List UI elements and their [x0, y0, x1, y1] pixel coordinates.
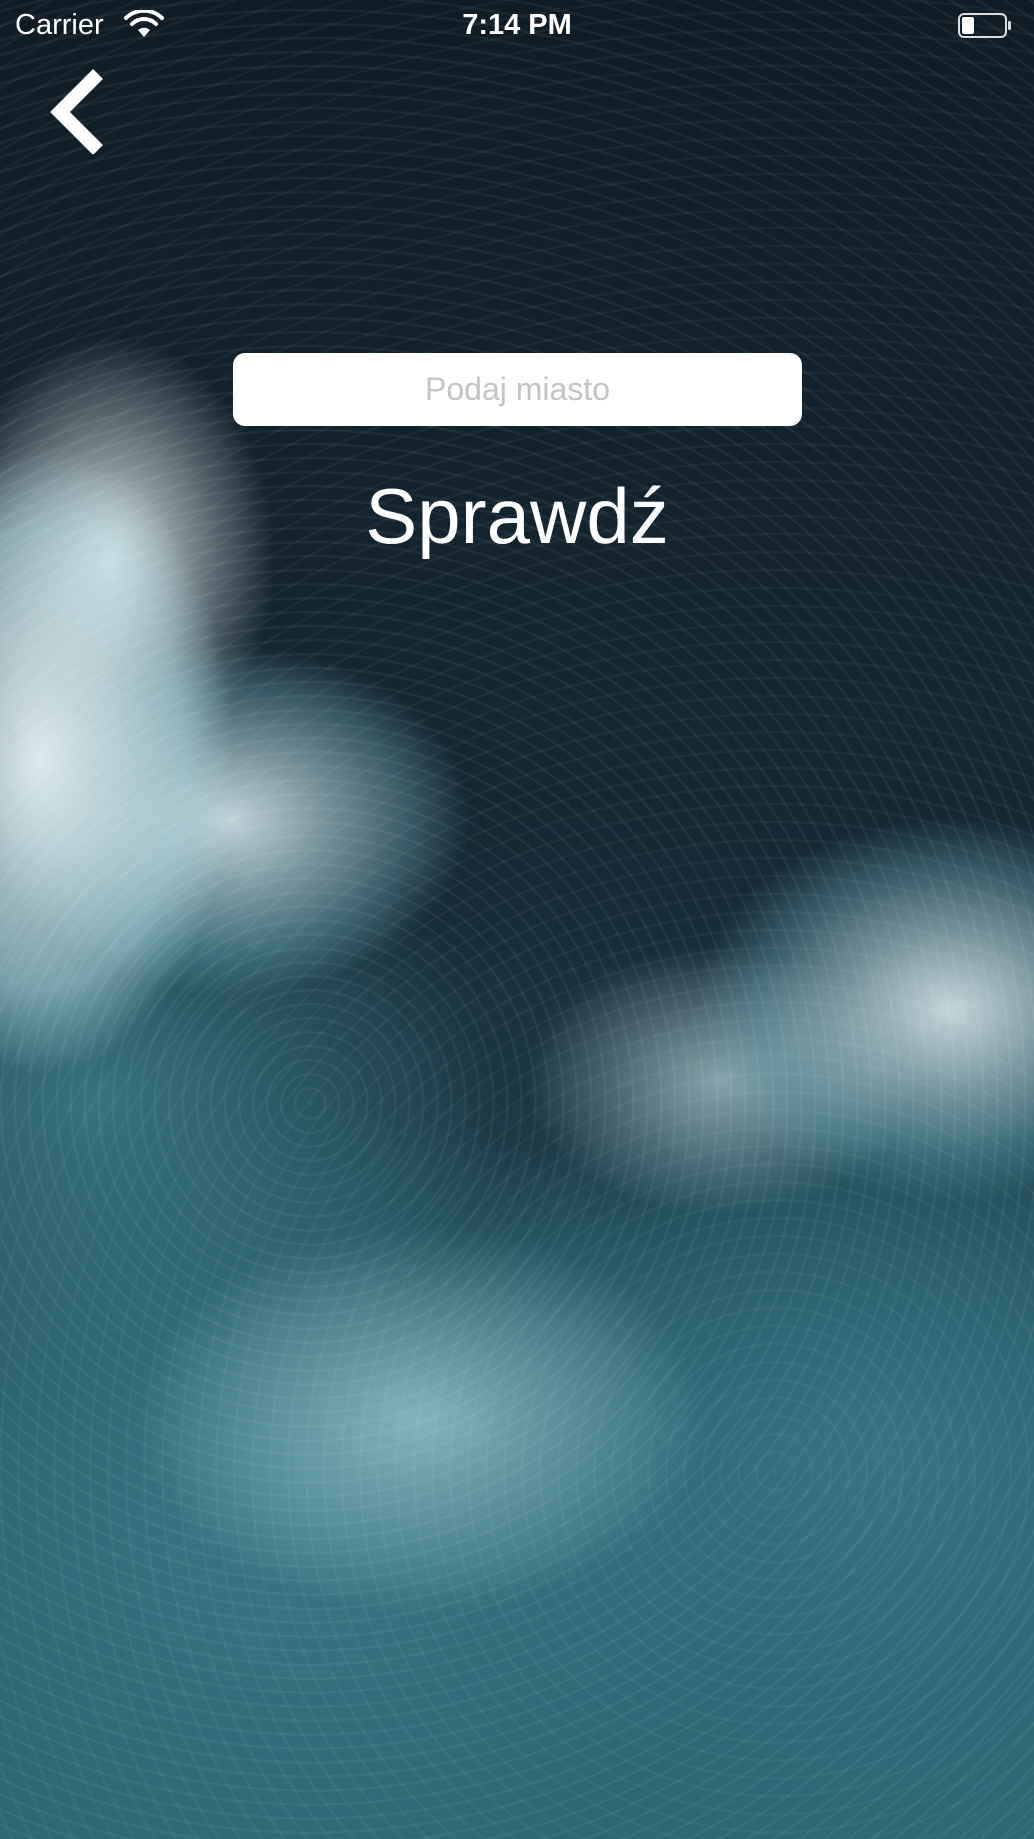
- status-bar: Carrier 7:14 PM: [0, 0, 1034, 52]
- weather-search-screen: Carrier 7:14 PM Sprawdź: [0, 0, 1034, 1839]
- check-weather-button[interactable]: Sprawdź: [283, 466, 751, 566]
- battery-icon: [958, 13, 1011, 38]
- chevron-left-icon: [50, 69, 103, 155]
- back-button[interactable]: [48, 68, 118, 155]
- status-time: 7:14 PM: [462, 9, 572, 41]
- ocean-background-image: [0, 0, 1034, 1839]
- city-search-input[interactable]: [233, 353, 802, 426]
